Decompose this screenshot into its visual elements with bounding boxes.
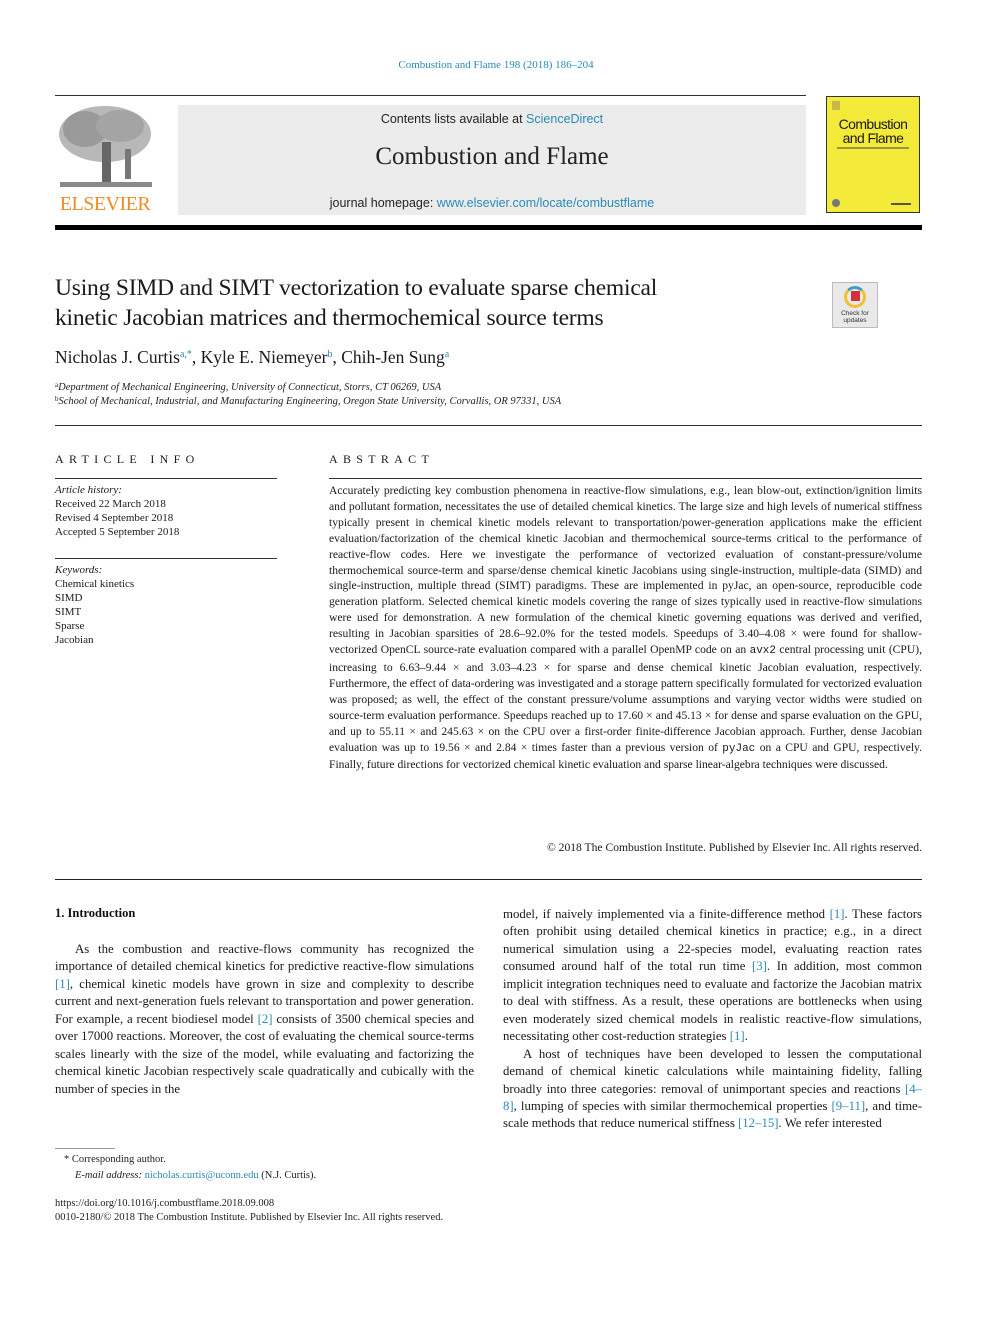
email-link[interactable]: nicholas.curtis@uconn.edu: [145, 1170, 259, 1181]
citation-link[interactable]: [3]: [752, 959, 767, 973]
keywords-label: Keywords:: [55, 564, 103, 576]
email-note: E-mail address: nicholas.curtis@uconn.ed…: [75, 1170, 316, 1181]
issn-copyright-line: 0010-2180/© 2018 The Combustion Institut…: [55, 1212, 444, 1223]
elsevier-wordmark: ELSEVIER: [59, 193, 151, 215]
keyword-item: Jacobian: [55, 634, 94, 646]
corresponding-author-note: * Corresponding author.: [64, 1154, 166, 1165]
journal-title: Combustion and Flame: [375, 143, 609, 170]
text-run: , lumping of species with similar thermo…: [513, 1098, 832, 1113]
abstract-part: central processing unit (CPU), increasin…: [329, 643, 922, 754]
citation-link[interactable]: [1]: [830, 907, 845, 921]
article-info-divider: [55, 478, 277, 479]
abstract-divider: [329, 478, 922, 479]
abstract-heading: ABSTRACT: [329, 452, 435, 466]
cover-title-line2: and Flame: [842, 130, 904, 146]
citation-link[interactable]: [2]: [258, 1012, 273, 1026]
contents-prefix: Contents lists available at: [380, 112, 527, 126]
citation-link[interactable]: [12–15]: [738, 1116, 779, 1130]
affiliation-divider: [55, 425, 922, 426]
homepage-link[interactable]: www.elsevier.com/locate/combustflame: [437, 196, 654, 210]
sciencedirect-link[interactable]: ScienceDirect: [526, 112, 603, 126]
affiliation-a: aDepartment of Mechanical Engineering, U…: [55, 381, 441, 393]
citation-link[interactable]: [1]: [730, 1029, 745, 1043]
footnote-marker: *: [64, 1154, 70, 1165]
crossmark-bookmark-icon: [851, 291, 860, 301]
footnote-text: Corresponding author.: [71, 1154, 166, 1165]
affiliation-b: bSchool of Mechanical, Industrial, and M…: [55, 395, 561, 407]
article-info-heading: ARTICLE INFO: [55, 452, 200, 466]
article-title: Using SIMD and SIMT vectorization to eva…: [55, 273, 795, 333]
article-history: Article history: Received 22 March 2018 …: [55, 483, 179, 539]
section-heading-introduction: 1. Introduction: [55, 906, 136, 920]
paragraph: A host of techniques have been developed…: [503, 1046, 922, 1133]
top-divider: [55, 95, 806, 96]
abstract-text: Accurately predicting key combustion phe…: [329, 483, 922, 773]
email-label: E-mail address:: [75, 1170, 142, 1181]
keywords-divider: [55, 558, 277, 559]
tree-icon: [59, 106, 152, 187]
cover-title-line1: Combustion: [838, 116, 908, 132]
author-affiliation-marker[interactable]: a,*: [180, 349, 192, 360]
abstract-code: pyJac: [722, 742, 756, 755]
journal-masthead: Contents lists available at ScienceDirec…: [178, 105, 806, 215]
abstract-code: avx2: [749, 645, 777, 658]
keyword-item: Sparse: [55, 620, 85, 632]
paragraph: model, if naively implemented via a fini…: [503, 906, 922, 1046]
citation-link[interactable]: [1]: [55, 977, 70, 991]
journal-cover-thumbnail[interactable]: Combustion and Flame: [826, 96, 920, 213]
footnote-divider: [55, 1148, 115, 1149]
email-suffix: (N.J. Curtis).: [258, 1170, 317, 1181]
cover-publisher-bar: [891, 203, 911, 205]
check-for-updates-button[interactable]: Check for updates: [832, 282, 878, 328]
affiliation-text: Department of Mechanical Engineering, Un…: [58, 382, 442, 393]
title-line2: kinetic Jacobian matrices and thermochem…: [55, 305, 604, 331]
author-name[interactable]: Nicholas J. Curtis: [55, 347, 180, 367]
text-run: As the combustion and reactive-flows com…: [55, 942, 474, 974]
homepage-line: journal homepage: www.elsevier.com/locat…: [178, 196, 806, 210]
crossmark-label: Check for updates: [833, 310, 877, 324]
abstract-copyright: © 2018 The Combustion Institute. Publish…: [546, 841, 922, 854]
abstract-part: Accurately predicting key combustion phe…: [329, 484, 922, 657]
cover-publisher-icon: [832, 101, 840, 110]
article-history-label: Article history:: [55, 484, 122, 496]
history-item: Revised 4 September 2018: [55, 512, 174, 524]
keywords: Keywords: Chemical kinetics SIMD SIMT Sp…: [55, 563, 134, 647]
history-item: Received 22 March 2018: [55, 498, 166, 510]
title-line1: Using SIMD and SIMT vectorization to eva…: [55, 275, 658, 301]
cover-subtitle-bar: [837, 147, 909, 149]
crossmark-line1: Check for: [841, 310, 869, 317]
keyword-item: SIMD: [55, 592, 83, 604]
keyword-item: Chemical kinetics: [55, 578, 135, 590]
crossmark-line2: updates: [843, 317, 867, 324]
text-run: .: [744, 1029, 748, 1044]
author-name[interactable]: Kyle E. Niemeyer: [201, 347, 328, 367]
text-run: A host of techniques have been developed…: [503, 1046, 922, 1096]
author-name[interactable]: Chih-Jen Sung: [341, 347, 445, 367]
text-run: model, if naively implemented via a fini…: [503, 907, 830, 921]
cover-seal-icon: [832, 199, 840, 207]
header-thick-divider: [55, 225, 922, 230]
body-left-column: As the combustion and reactive-flows com…: [55, 941, 474, 1098]
elsevier-logo[interactable]: ELSEVIER: [55, 104, 155, 216]
history-item: Accepted 5 September 2018: [55, 526, 180, 538]
body-right-column: model, if naively implemented via a fini…: [503, 906, 922, 1133]
cover-title: Combustion and Flame: [827, 117, 919, 145]
homepage-prefix: journal homepage:: [329, 196, 437, 210]
citation-link[interactable]: [9–11]: [832, 1099, 866, 1113]
contents-line: Contents lists available at ScienceDirec…: [178, 112, 806, 126]
journal-reference-link[interactable]: Combustion and Flame 198 (2018) 186–204: [0, 59, 992, 71]
author-list: Nicholas J. Curtisa,*, Kyle E. Niemeyerb…: [55, 347, 450, 367]
author-affiliation-marker[interactable]: b: [327, 349, 332, 360]
keyword-item: SIMT: [55, 606, 82, 618]
paragraph: As the combustion and reactive-flows com…: [55, 941, 474, 1098]
author-affiliation-marker[interactable]: a: [445, 349, 449, 360]
text-run: . We refer interested: [778, 1116, 882, 1131]
body-divider: [55, 879, 922, 880]
doi-link[interactable]: https://doi.org/10.1016/j.combustflame.2…: [55, 1198, 274, 1209]
affiliation-text: School of Mechanical, Industrial, and Ma…: [58, 396, 562, 407]
